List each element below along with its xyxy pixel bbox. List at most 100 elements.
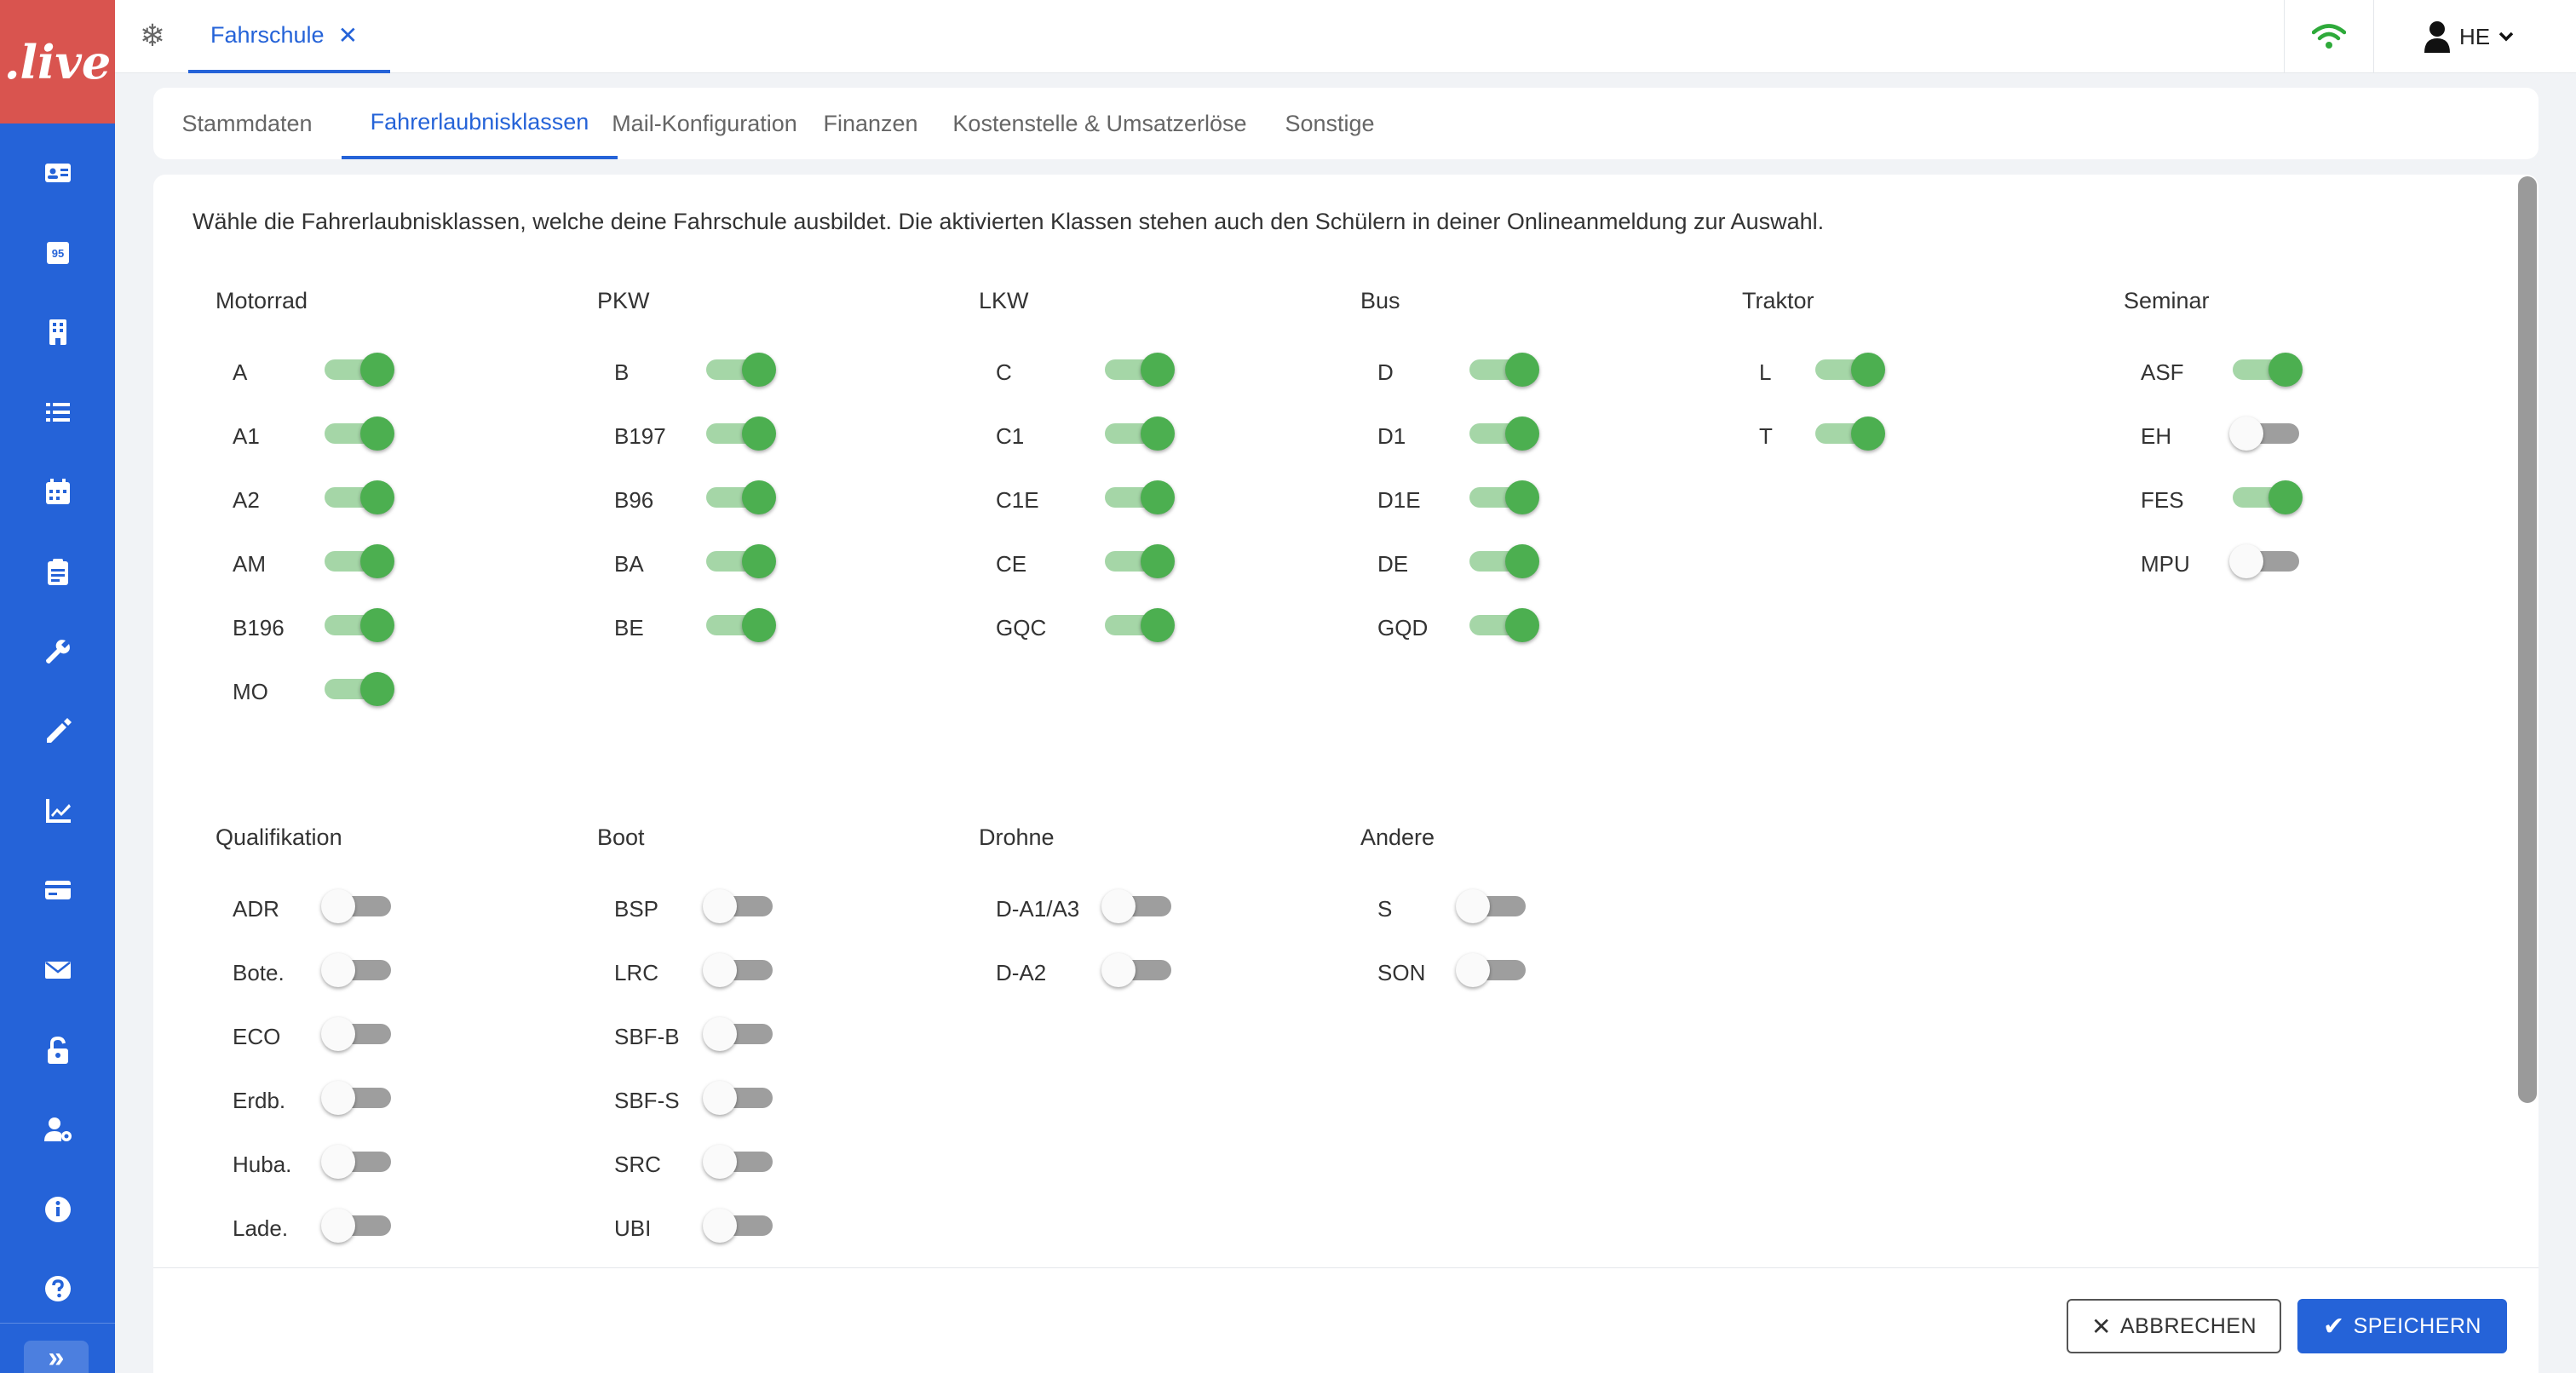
save-button[interactable]: ✔ SPEICHERN (2297, 1299, 2507, 1353)
snowflake-icon[interactable]: ❄ (135, 19, 170, 53)
class-row-a2: A2 (233, 480, 488, 514)
badge-text: 95 (51, 247, 63, 260)
toggle-knob (1456, 953, 1490, 987)
class-toggle[interactable] (1101, 480, 1175, 514)
class-toggle[interactable] (703, 889, 776, 923)
scrollbar[interactable] (2518, 176, 2537, 1103)
class-toggle[interactable] (2229, 353, 2303, 387)
tab-finanzen[interactable]: Finanzen (809, 88, 932, 159)
class-toggle[interactable] (1101, 544, 1175, 578)
class-toggle[interactable] (2229, 480, 2303, 514)
sidebar-item-wrench[interactable] (0, 626, 115, 677)
toggle-knob (360, 416, 394, 451)
class-toggle[interactable] (703, 480, 776, 514)
class-toggle[interactable] (321, 889, 394, 923)
tab-sonstige[interactable]: Sonstige (1268, 88, 1392, 159)
sidebar-item-calendar[interactable] (0, 466, 115, 517)
cancel-button[interactable]: ✕ ABBRECHEN (2067, 1299, 2281, 1353)
class-toggle[interactable] (1466, 416, 1539, 451)
class-toggle[interactable] (321, 608, 394, 642)
toggle-knob (1101, 889, 1136, 923)
group-title: Seminar (2124, 288, 2210, 313)
class-toggle[interactable] (1101, 953, 1175, 987)
contact-card-icon (44, 164, 71, 182)
class-row-c1: C1 (996, 416, 1251, 451)
class-toggle[interactable] (321, 480, 394, 514)
class-label: B196 (233, 615, 285, 641)
sidebar-item-info[interactable] (0, 1184, 115, 1235)
class-row-lade-: Lade. (233, 1209, 488, 1243)
class-toggle[interactable] (321, 353, 394, 387)
sidebar-item-clipboard[interactable] (0, 546, 115, 597)
sidebar-item-unlock[interactable] (0, 1025, 115, 1076)
class-toggle[interactable] (321, 1145, 394, 1179)
class-toggle[interactable] (1101, 353, 1175, 387)
sidebar-item-pencil[interactable] (0, 705, 115, 756)
class-label: MO (233, 679, 268, 704)
toggle-knob (1505, 416, 1539, 451)
sidebar-item-envelope[interactable] (0, 945, 115, 996)
class-label: L (1759, 359, 1772, 385)
class-toggle[interactable] (1466, 608, 1539, 642)
class-row-eco: ECO (233, 1017, 488, 1051)
tab-kostenstelle-umsatzerl-se[interactable]: Kostenstelle & Umsatzerlöse (933, 88, 1267, 159)
class-toggle[interactable] (1812, 353, 1885, 387)
class-toggle[interactable] (1456, 953, 1529, 987)
class-toggle[interactable] (321, 1081, 394, 1115)
class-toggle[interactable] (321, 953, 394, 987)
class-toggle[interactable] (321, 672, 394, 706)
class-row-d: D (1377, 353, 1633, 387)
sidebar-item-badge-95[interactable]: 95 (0, 227, 115, 279)
class-toggle[interactable] (1466, 480, 1539, 514)
class-toggle[interactable] (1101, 608, 1175, 642)
sidebar-item-building[interactable] (0, 307, 115, 358)
group-title: Motorrad (216, 288, 308, 313)
sidebar-item-contact-card[interactable] (0, 147, 115, 198)
class-toggle[interactable] (703, 544, 776, 578)
close-icon[interactable]: ✕ (338, 21, 358, 49)
sidebar-item-list[interactable] (0, 387, 115, 438)
class-label: D-A1/A3 (996, 896, 1080, 922)
class-toggle[interactable] (321, 544, 394, 578)
toggle-knob (1141, 353, 1175, 387)
sidebar-item-user-gear[interactable] (0, 1104, 115, 1155)
class-toggle[interactable] (703, 608, 776, 642)
tab-fahrerlaubnisklassen[interactable]: Fahrerlaubnisklassen (342, 88, 618, 159)
group-title: PKW (597, 288, 650, 313)
class-toggle[interactable] (1812, 416, 1885, 451)
class-toggle[interactable] (321, 1209, 394, 1243)
tab-fahrschule[interactable]: Fahrschule ✕ (188, 0, 390, 73)
class-row-a1: A1 (233, 416, 488, 451)
class-toggle[interactable] (1466, 353, 1539, 387)
user-menu[interactable]: HE (2424, 0, 2551, 73)
tab-stammdaten[interactable]: Stammdaten (153, 88, 341, 159)
class-toggle[interactable] (1466, 544, 1539, 578)
class-toggle[interactable] (703, 416, 776, 451)
app-logo[interactable]: .live (0, 0, 115, 124)
class-label: Bote. (233, 960, 285, 985)
group-title: LKW (979, 288, 1029, 313)
class-toggle[interactable] (1101, 416, 1175, 451)
envelope-icon (44, 962, 71, 979)
sidebar-item-help[interactable] (0, 1263, 115, 1314)
class-toggle[interactable] (703, 1081, 776, 1115)
class-toggle[interactable] (1101, 889, 1175, 923)
class-toggle[interactable] (1456, 889, 1529, 923)
class-toggle[interactable] (703, 1145, 776, 1179)
sidebar-item-chart-line[interactable] (0, 785, 115, 836)
class-toggle[interactable] (321, 416, 394, 451)
class-toggle[interactable] (703, 1209, 776, 1243)
sidebar-item-credit-card[interactable] (0, 865, 115, 916)
expand-sidebar-button[interactable]: » (24, 1341, 89, 1373)
class-toggle[interactable] (321, 1017, 394, 1051)
class-row-c1e: C1E (996, 480, 1251, 514)
wifi-icon (2312, 24, 2346, 49)
class-toggle[interactable] (2229, 544, 2303, 578)
class-toggle[interactable] (2229, 416, 2303, 451)
class-toggle[interactable] (703, 1017, 776, 1051)
class-label: CE (996, 551, 1027, 577)
tab-mail-konfiguration[interactable]: Mail-Konfiguration (601, 88, 808, 159)
class-toggle[interactable] (703, 953, 776, 987)
toggle-knob (1851, 416, 1885, 451)
class-toggle[interactable] (703, 353, 776, 387)
